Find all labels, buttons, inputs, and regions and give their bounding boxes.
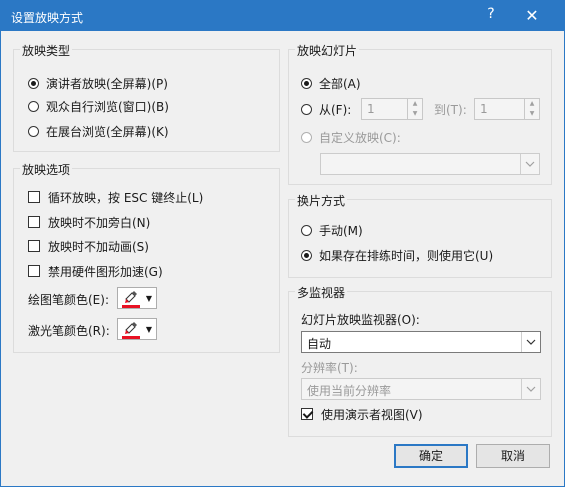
radio-all-slides[interactable]: 全部(A) <box>301 74 361 92</box>
check-disable-hw-accel-label: 禁用硬件图形加速(G) <box>48 264 163 279</box>
chevron-down-icon[interactable] <box>520 154 539 174</box>
radio-kiosk-button[interactable] <box>28 125 39 137</box>
chevron-up-icon[interactable]: ▲ <box>525 99 539 109</box>
laser-color-label: 激光笔颜色(R): <box>28 323 110 338</box>
show-slides-legend: 放映幻灯片 <box>295 42 360 59</box>
to-slide-label: 到(T): <box>434 102 467 117</box>
chevron-down-icon[interactable] <box>521 379 540 399</box>
check-presenter-view-box[interactable] <box>301 408 313 420</box>
show-type-group: 放映类型 演讲者放映(全屏幕)(P) 观众自行浏览(窗口)(B) 在展台浏览(全… <box>13 42 280 152</box>
pen-icon <box>125 291 137 303</box>
radio-kiosk[interactable]: 在展台浏览(全屏幕)(K) <box>28 122 169 140</box>
pen-color-button[interactable]: ▼ <box>117 287 157 309</box>
advance-slides-group: 换片方式 手动(M) 如果存在排练时间，则使用它(U) <box>288 192 552 278</box>
check-no-animation-box[interactable] <box>28 240 40 252</box>
check-disable-hw-accel-box[interactable] <box>28 265 40 277</box>
help-icon[interactable]: ? <box>481 6 501 22</box>
from-slide-stepper[interactable]: 1 ▲ ▼ <box>361 98 423 120</box>
radio-all-slides-button[interactable] <box>301 77 312 89</box>
radio-manual[interactable]: 手动(M) <box>301 221 363 239</box>
radio-use-timings[interactable]: 如果存在排练时间，则使用它(U) <box>301 246 493 264</box>
from-slide-value: 1 <box>367 102 375 116</box>
radio-browsed-window[interactable]: 观众自行浏览(窗口)(B) <box>28 97 169 115</box>
show-slides-group: 放映幻灯片 全部(A) 从(F): 1 ▲ ▼ 到(T): 1 ▲ ▼ 自定义放 <box>288 42 552 185</box>
radio-manual-button[interactable] <box>301 224 312 236</box>
check-disable-hw-accel[interactable]: 禁用硬件图形加速(G) <box>28 262 163 280</box>
monitor-select[interactable]: 自动 <box>301 331 541 353</box>
chevron-down-icon[interactable]: ▼ <box>525 109 539 119</box>
monitor-label: 幻灯片放映监视器(O): <box>301 312 420 327</box>
show-options-legend: 放映选项 <box>20 161 73 178</box>
check-no-narration[interactable]: 放映时不加旁白(N) <box>28 213 150 231</box>
title-bar: 设置放映方式 ? ✕ <box>1 1 564 31</box>
check-no-animation[interactable]: 放映时不加动画(S) <box>28 237 149 255</box>
radio-use-timings-button[interactable] <box>301 249 312 261</box>
chevron-down-icon[interactable] <box>521 332 540 352</box>
laser-color-swatch <box>122 336 140 339</box>
check-presenter-view-label: 使用演示者视图(V) <box>321 407 423 422</box>
to-slide-stepper[interactable]: 1 ▲ ▼ <box>474 98 540 120</box>
resolution-label: 分辨率(T): <box>301 360 358 375</box>
chevron-down-icon[interactable]: ▼ <box>408 109 422 119</box>
radio-browsed-window-label: 观众自行浏览(窗口)(B) <box>46 99 169 114</box>
multiple-monitors-legend: 多监视器 <box>295 284 348 301</box>
set-up-show-dialog: 设置放映方式 ? ✕ 放映类型 演讲者放映(全屏幕)(P) 观众自行浏览(窗口)… <box>0 0 565 487</box>
resolution-value: 使用当前分辨率 <box>307 384 392 398</box>
check-loop-box[interactable] <box>28 191 40 203</box>
radio-presenter-button[interactable] <box>28 77 39 89</box>
radio-all-slides-label: 全部(A) <box>319 76 361 91</box>
check-loop[interactable]: 循环放映，按 ESC 键终止(L) <box>28 188 203 206</box>
from-stepper-arrows[interactable]: ▲ ▼ <box>407 99 422 119</box>
chevron-up-icon[interactable]: ▲ <box>408 99 422 109</box>
monitor-value: 自动 <box>307 337 332 351</box>
radio-custom-show-button[interactable] <box>301 131 312 143</box>
close-icon[interactable]: ✕ <box>517 4 547 28</box>
pen-color-swatch <box>122 305 140 308</box>
check-no-narration-label: 放映时不加旁白(N) <box>48 215 151 230</box>
show-type-legend: 放映类型 <box>20 42 73 59</box>
check-no-animation-label: 放映时不加动画(S) <box>48 239 149 254</box>
radio-kiosk-label: 在展台浏览(全屏幕)(K) <box>46 124 169 139</box>
radio-browsed-window-button[interactable] <box>28 100 39 112</box>
check-no-narration-box[interactable] <box>28 216 40 228</box>
radio-from-slides-label: 从(F): <box>319 102 352 117</box>
multiple-monitors-group: 多监视器 幻灯片放映监视器(O): 自动 分辨率(T): 使用当前分辨率 使用演… <box>288 284 552 437</box>
ok-button[interactable]: 确定 <box>394 444 468 468</box>
laser-pen-icon <box>125 322 137 334</box>
radio-from-slides[interactable]: 从(F): <box>301 100 351 118</box>
check-presenter-view[interactable]: 使用演示者视图(V) <box>301 405 423 423</box>
chevron-down-icon: ▼ <box>145 325 152 334</box>
radio-presenter[interactable]: 演讲者放映(全屏幕)(P) <box>28 74 168 92</box>
laser-color-button[interactable]: ▼ <box>117 318 157 340</box>
to-stepper-arrows[interactable]: ▲ ▼ <box>524 99 539 119</box>
resolution-select[interactable]: 使用当前分辨率 <box>301 378 541 400</box>
check-loop-label: 循环放映，按 ESC 键终止(L) <box>48 190 204 205</box>
radio-use-timings-label: 如果存在排练时间，则使用它(U) <box>319 248 494 263</box>
chevron-down-icon: ▼ <box>145 294 152 303</box>
dialog-title: 设置放映方式 <box>11 11 84 25</box>
show-options-group: 放映选项 循环放映，按 ESC 键终止(L) 放映时不加旁白(N) 放映时不加动… <box>13 161 280 353</box>
radio-presenter-label: 演讲者放映(全屏幕)(P) <box>46 76 168 91</box>
cancel-button[interactable]: 取消 <box>476 444 550 468</box>
custom-show-select[interactable] <box>320 153 540 175</box>
radio-from-slides-button[interactable] <box>301 103 312 115</box>
pen-color-label: 绘图笔颜色(E): <box>28 292 109 307</box>
advance-slides-legend: 换片方式 <box>295 192 348 209</box>
radio-custom-show-label: 自定义放映(C): <box>319 130 401 145</box>
radio-custom-show[interactable]: 自定义放映(C): <box>301 128 401 146</box>
radio-manual-label: 手动(M) <box>319 223 363 238</box>
to-slide-value: 1 <box>480 102 488 116</box>
